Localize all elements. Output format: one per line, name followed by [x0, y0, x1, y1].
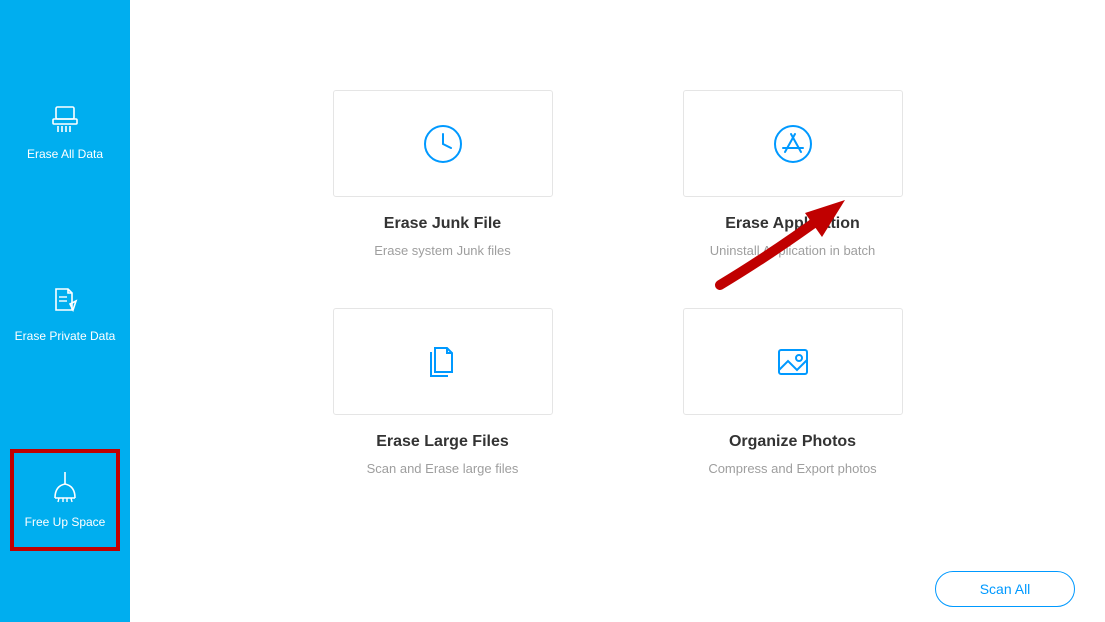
sidebar-item-label: Free Up Space: [25, 515, 106, 529]
sidebar-item-erase-all-data[interactable]: Erase All Data: [10, 85, 120, 179]
files-icon: [421, 340, 465, 384]
shredder-icon: [50, 103, 80, 135]
card-erase-application[interactable]: Erase Application Uninstall Application …: [683, 90, 903, 258]
card-desc: Compress and Export photos: [708, 461, 876, 476]
card-title: Organize Photos: [729, 433, 856, 451]
scan-all-button[interactable]: Scan All: [935, 571, 1075, 607]
broom-icon: [49, 471, 81, 503]
card-desc: Scan and Erase large files: [367, 461, 519, 476]
scan-all-label: Scan All: [980, 581, 1031, 597]
card-erase-junk-file[interactable]: Erase Junk File Erase system Junk files: [333, 90, 553, 258]
card-desc: Uninstall Application in batch: [710, 243, 876, 258]
document-privacy-icon: [50, 285, 80, 317]
card-title: Erase Large Files: [376, 433, 509, 451]
card-icon-box: [683, 308, 903, 415]
card-icon-box: [333, 308, 553, 415]
appstore-icon: [771, 122, 815, 166]
card-erase-large-files[interactable]: Erase Large Files Scan and Erase large f…: [333, 308, 553, 476]
card-icon-box: [333, 90, 553, 197]
clock-icon: [421, 122, 465, 166]
sidebar-item-label: Erase All Data: [27, 147, 103, 161]
sidebar: Erase All Data Erase Private Data: [0, 0, 130, 622]
sidebar-item-label: Erase Private Data: [15, 329, 116, 343]
card-title: Erase Application: [725, 215, 860, 233]
sidebar-item-erase-private-data[interactable]: Erase Private Data: [10, 267, 120, 361]
card-grid: Erase Junk File Erase system Junk files …: [170, 90, 1065, 476]
card-organize-photos[interactable]: Organize Photos Compress and Export phot…: [683, 308, 903, 476]
card-title: Erase Junk File: [384, 215, 501, 233]
photo-icon: [771, 340, 815, 384]
sidebar-item-free-up-space[interactable]: Free Up Space: [10, 449, 120, 551]
card-desc: Erase system Junk files: [374, 243, 511, 258]
card-icon-box: [683, 90, 903, 197]
main-content: Erase Junk File Erase system Junk files …: [130, 0, 1105, 622]
